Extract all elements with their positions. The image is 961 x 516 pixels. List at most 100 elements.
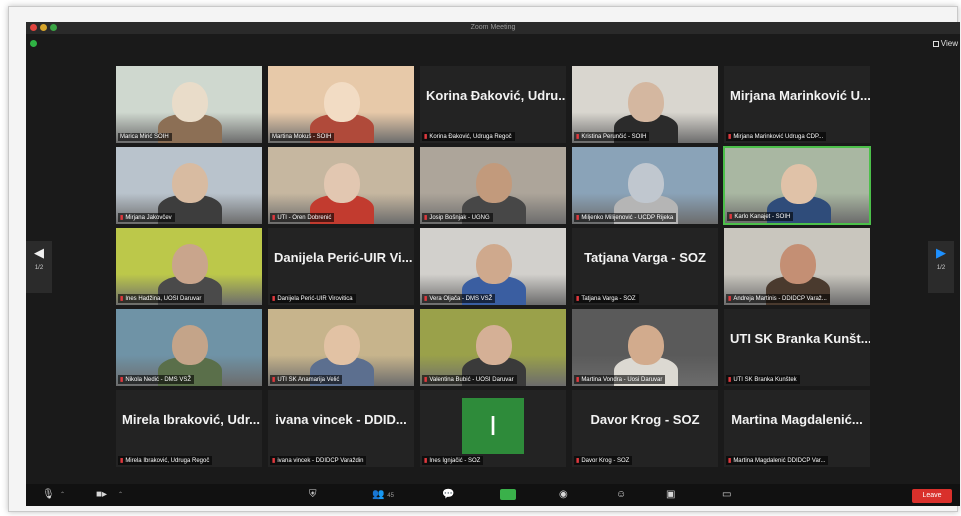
view-button[interactable]: View: [932, 39, 958, 48]
window-title: Zoom Meeting: [470, 24, 516, 31]
chevron-left-icon: ◀: [34, 245, 44, 260]
participant-face: [628, 325, 664, 365]
mic-muted-icon: ▮: [272, 215, 276, 221]
mic-muted-icon: ▮: [272, 458, 276, 464]
participant-name-label: ▮ Mirjana Jakovčev: [118, 213, 175, 222]
mic-muted-icon: ▮: [728, 458, 732, 464]
participant-video: [116, 66, 262, 143]
participant-display-name: Martina Magdalenić...: [731, 412, 863, 427]
mute-button[interactable]: 🎙: [42, 488, 55, 502]
mic-muted-icon: ▮: [424, 296, 428, 302]
participant-tile[interactable]: ▮ Mirjana Jakovčev: [115, 146, 263, 225]
participant-name: Ines Hadžina, UOSI Daruvar: [125, 295, 202, 302]
participants-count: 45: [387, 493, 394, 499]
participant-tile[interactable]: Marica Mirić SOIH: [115, 65, 263, 144]
participant-display-name: Korina Đaković, Udru...: [426, 88, 566, 103]
previous-page-button[interactable]: ◀ 1/2: [26, 241, 52, 293]
mic-muted-icon: ▮: [728, 296, 732, 302]
participant-name: Valentina Bubić - UOSI Daruvar: [429, 376, 514, 383]
participant-tile[interactable]: I ▮ Ines Ignjačić - SOZ: [419, 389, 567, 468]
participant-name: Martina Mokuš - SOIH: [272, 134, 332, 140]
right-page-indicator: 1/2: [936, 265, 946, 271]
leave-button[interactable]: Leave: [912, 489, 952, 503]
mic-muted-icon: ▮: [424, 458, 428, 464]
participant-name: Miljenko Milijenović - UCDP Rijeka: [581, 214, 674, 221]
participant-name-label: ▮ Ines Ignjačić - SOZ: [422, 456, 484, 465]
participant-name: Tatjana Varga - SOZ: [581, 295, 636, 302]
participant-tile[interactable]: Davor Krog - SOZ ▮ Davor Krog - SOZ: [571, 389, 719, 468]
mic-muted-icon: ▮: [729, 214, 733, 220]
participant-tile[interactable]: Tatjana Varga - SOZ ▮ Tatjana Varga - SOZ: [571, 227, 719, 306]
participant-name: Ines Ignjačić - SOZ: [429, 457, 481, 464]
participant-name: Martina Vondra - Uosi Daruvar: [581, 376, 663, 383]
participant-tile[interactable]: ivana vincek - DDID... ▮ ivana vincek - DD…: [267, 389, 415, 468]
reactions-button[interactable]: ☺: [616, 488, 626, 502]
participant-tile[interactable]: ▮ Karlo Kanajet - SOIH: [723, 146, 871, 225]
whiteboard-button[interactable]: ▭: [722, 488, 731, 502]
participant-display-name: UTI SK Branka Kunšt...: [730, 331, 870, 346]
participant-tile[interactable]: ▮ UTI - Oren Dobrenić: [267, 146, 415, 225]
participant-name-label: Martina Mokuš - SOIH: [270, 133, 335, 141]
mic-muted-icon: ▮: [120, 458, 124, 464]
participant-tile[interactable]: ▮ Miljenko Milijenović - UCDP Rijeka: [571, 146, 719, 225]
participant-tile[interactable]: ▮ Nikola Nedić - DMS VSŽ: [115, 308, 263, 387]
apps-button[interactable]: ▣: [666, 488, 675, 502]
participant-display-name: Mirjana Marinković U...: [730, 88, 870, 103]
next-page-button[interactable]: ▶ 1/2: [928, 241, 954, 293]
participant-name-label: ▮ Miljenko Milijenović - UCDP Rijeka: [574, 213, 677, 222]
participant-name: UTI SK Anamarija Velić: [277, 376, 340, 383]
participant-tile[interactable]: ▮ UTI SK Anamarija Velić: [267, 308, 415, 387]
participant-name-label: ▮ Ines Hadžina, UOSI Daruvar: [118, 294, 205, 303]
participant-tile[interactable]: UTI SK Branka Kunšt... ▮ UTI SK Branka Kun…: [723, 308, 871, 387]
share-screen-button[interactable]: [500, 489, 516, 500]
left-page-indicator: 1/2: [34, 265, 44, 271]
participant-tile[interactable]: Korina Đaković, Udru... ▮ Korina Đaković, …: [419, 65, 567, 144]
participant-tile[interactable]: Mirela Ibraković, Udr... ▮ Mirela Ibrakovi…: [115, 389, 263, 468]
participant-tile[interactable]: Mirjana Marinković U... ▮ Mirjana Marinkov…: [723, 65, 871, 144]
mic-muted-icon: ▮: [272, 296, 276, 302]
participant-tile[interactable]: Martina Mokuš - SOIH: [267, 65, 415, 144]
participant-face: [324, 325, 360, 365]
participant-tile[interactable]: ▮ Ines Hadžina, UOSI Daruvar: [115, 227, 263, 306]
participant-name-label: ▮ Andreja Martinis - DDIDCP Varaž...: [726, 294, 830, 303]
participant-name: ivana vincek - DDIDCP Varaždin: [277, 457, 364, 464]
video-options-icon[interactable]: ⌃: [118, 488, 123, 502]
participants-button[interactable]: 👥 45: [372, 488, 394, 502]
meeting-toolbar: 🎙 ⌃ ■▸ ⌃ ⛨ 👥 45 💬 ◉ ☺ ▣ ▭ Leave: [26, 484, 960, 506]
chat-button[interactable]: 💬: [442, 488, 454, 502]
grid-view-icon: [932, 40, 939, 47]
participant-name: Korina Đaković, Udruga Regoč: [429, 133, 512, 140]
participant-tile[interactable]: ▮ Josip Bošnjak - UGNG: [419, 146, 567, 225]
participant-name-label: ▮ UTI SK Anamarija Velić: [270, 375, 343, 384]
audio-options-icon[interactable]: ⌃: [60, 488, 65, 502]
video-button[interactable]: ■▸: [96, 488, 107, 502]
participant-name-label: ▮ Valentina Bubić - UOSI Daruvar: [422, 375, 517, 384]
record-button[interactable]: ◉: [559, 488, 568, 502]
participant-name: Kristina Perunčić - SOIH: [581, 133, 647, 140]
mic-muted-icon: ▮: [576, 296, 580, 302]
participant-tile[interactable]: ▮ Andreja Martinis - DDIDCP Varaž...: [723, 227, 871, 306]
security-button[interactable]: ⛨: [309, 488, 317, 502]
participant-name: Josip Bošnjak - UGNG: [429, 214, 490, 221]
participant-tile[interactable]: Danijela Perić-UIR Vi... ▮ Danijela Perić-…: [267, 227, 415, 306]
participant-tile[interactable]: ▮ Kristina Perunčić - SOIH: [571, 65, 719, 144]
mic-muted-icon: ▮: [728, 377, 732, 383]
mic-muted-icon: ▮: [576, 215, 580, 221]
participant-name: Andreja Martinis - DDIDCP Varaž...: [733, 295, 827, 302]
mic-muted-icon: ▮: [424, 377, 428, 383]
security-shield-icon[interactable]: [30, 40, 37, 47]
participant-name-label: ▮ Martina Magdalenić DDIDCP Var...: [726, 456, 829, 465]
participant-video: [268, 66, 414, 143]
participant-face: [324, 163, 360, 203]
participant-display-name: Danijela Perić-UIR Vi...: [274, 250, 413, 265]
participant-tile[interactable]: ▮ Vera Oljača - DMS VSŽ: [419, 227, 567, 306]
participant-name: UTI - Oren Dobrenić: [277, 214, 332, 221]
participant-tile[interactable]: ▮ Valentina Bubić - UOSI Daruvar: [419, 308, 567, 387]
participant-tile[interactable]: Martina Magdalenić... ▮ Martina Magdalenić…: [723, 389, 871, 468]
mic-muted-icon: ▮: [272, 377, 276, 383]
participant-name: Mirjana Marinković Udruga CDP...: [733, 133, 824, 140]
participant-tile[interactable]: ▮ Martina Vondra - Uosi Daruvar: [571, 308, 719, 387]
mic-muted-icon: ▮: [576, 377, 580, 383]
participant-name-label: ▮ Mirela Ibraković, Udruga Regoč: [118, 456, 213, 465]
participant-face: [628, 163, 664, 203]
